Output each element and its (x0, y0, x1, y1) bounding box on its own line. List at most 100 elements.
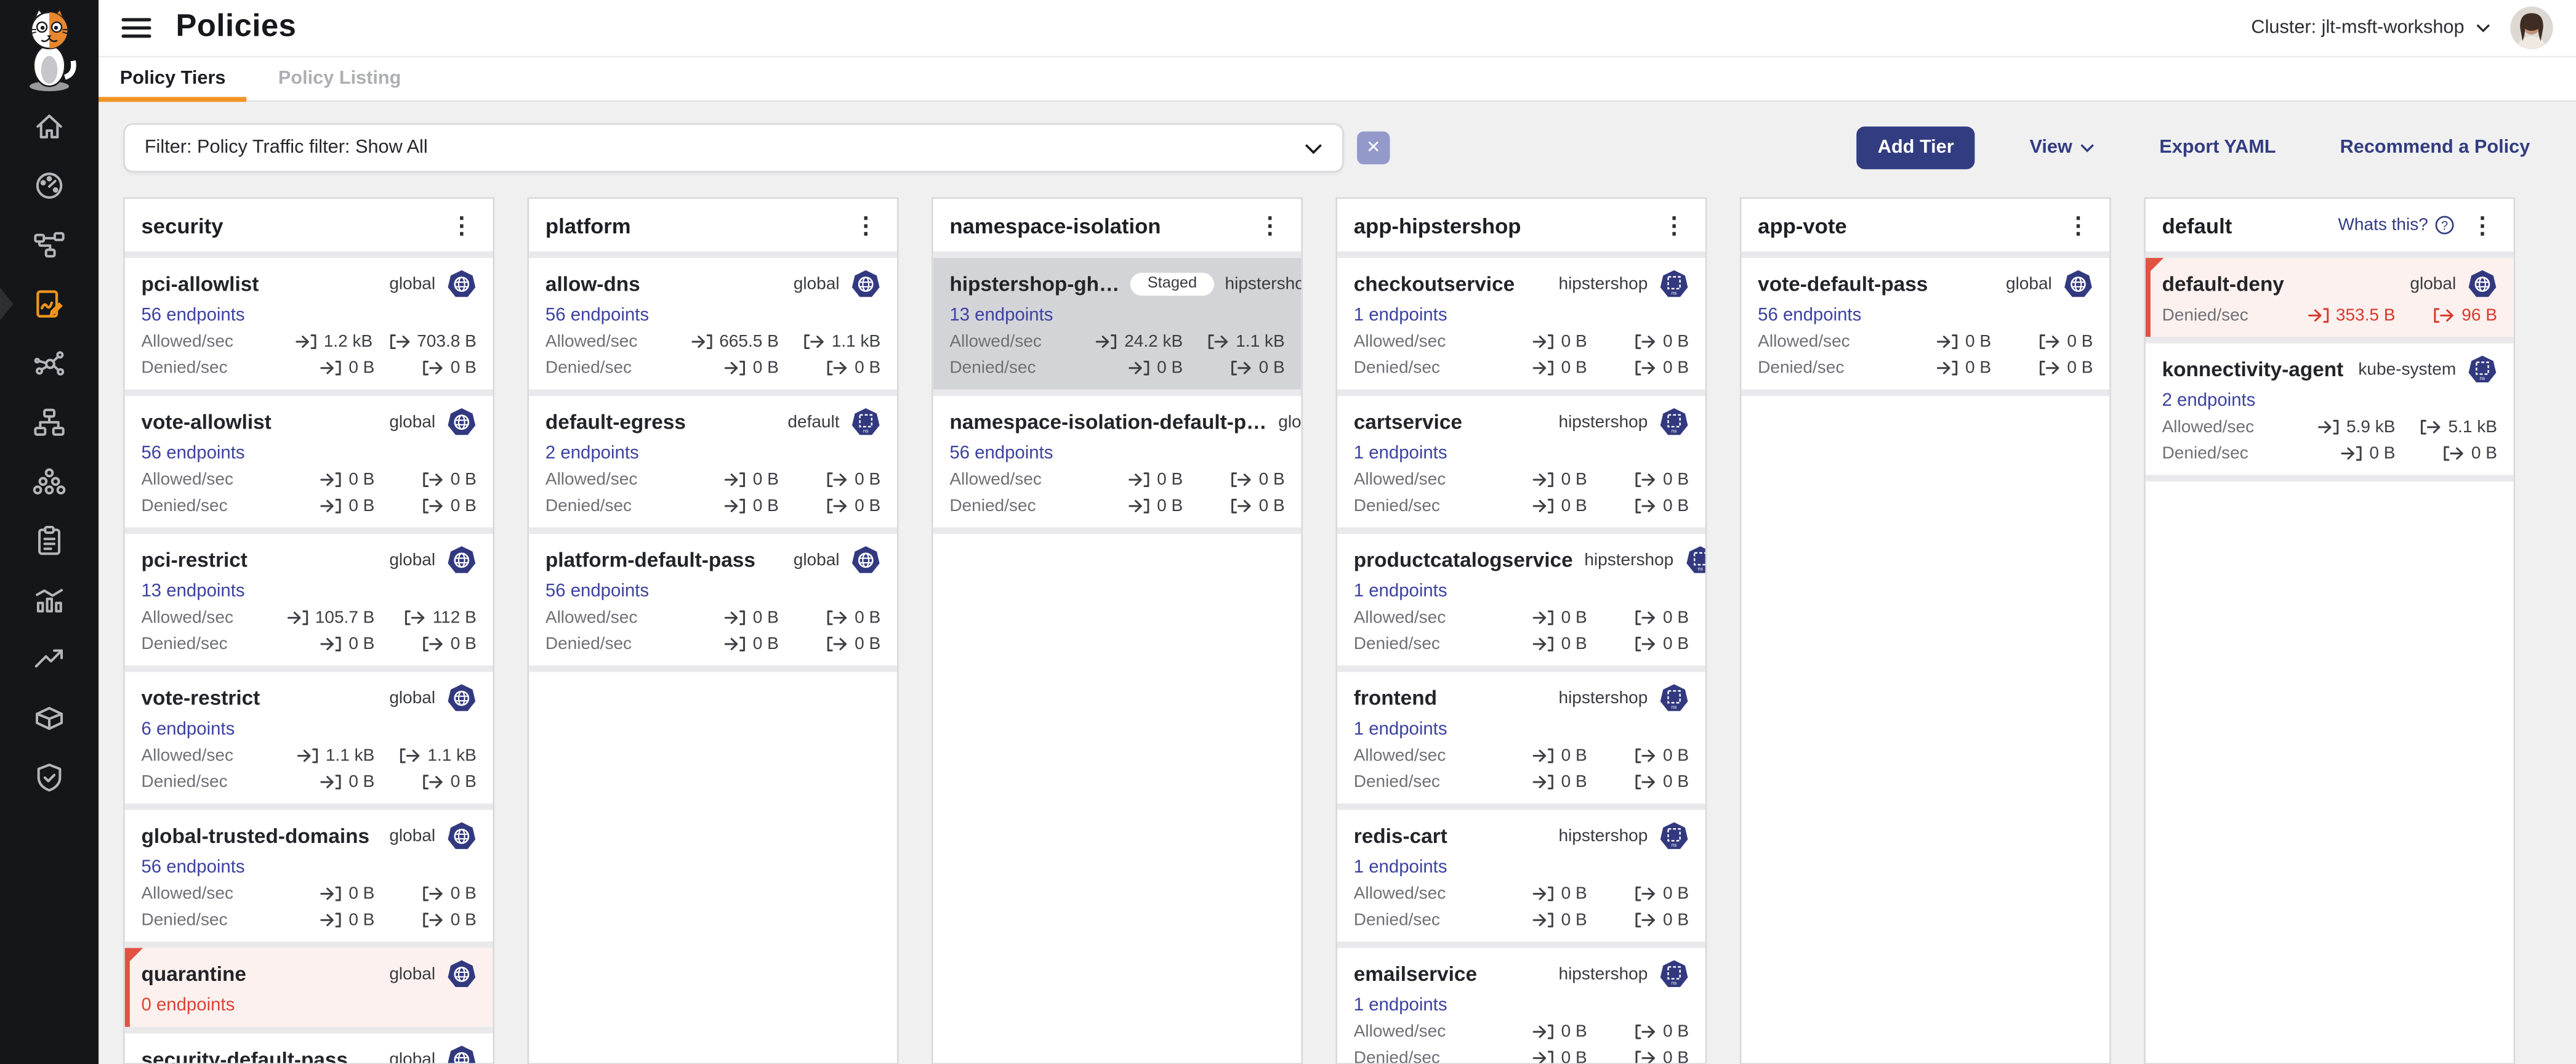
tier-title: default (2162, 213, 2232, 238)
policy-scope-label: default (787, 413, 839, 432)
denied-per-sec-row: Denied/sec0 B0 B (2162, 443, 2497, 463)
policy-card-global-trusted-domains[interactable]: global-trusted-domainsglobal56 endpoints… (125, 810, 493, 948)
inbound-arrow-icon (725, 636, 746, 653)
policy-name: redis-cart (1354, 824, 1447, 848)
policy-card-pci-restrict[interactable]: pci-restrictglobal13 endpointsAllowed/se… (125, 534, 493, 672)
tier-menu-kebab-icon[interactable]: ⋮ (447, 214, 477, 236)
endpoints-link[interactable]: 1 endpoints (1354, 720, 1689, 740)
endpoints-link[interactable]: 0 endpoints (141, 996, 476, 1015)
tab-policy-tiers[interactable]: Policy Tiers (115, 57, 231, 100)
inbound-arrow-icon (298, 748, 320, 764)
outbound-amount: 0 B (1663, 910, 1689, 930)
denied-per-sec-row: Denied/sec0 B0 B (949, 496, 1284, 516)
tier-menu-kebab-icon[interactable]: ⋮ (2063, 214, 2093, 236)
endpoints-link[interactable]: 1 endpoints (1354, 443, 1689, 463)
clear-filter-button[interactable]: ✕ (1357, 131, 1390, 164)
endpoints-link[interactable]: 2 endpoints (2162, 391, 2497, 411)
inbound-value: 0 B (1472, 1048, 1587, 1064)
sidebar-item-inventory[interactable] (0, 700, 99, 736)
policy-card-konnectivity-agent[interactable]: konnectivity-agentkube-systemns 2 endpoin… (2146, 344, 2514, 482)
endpoints-link[interactable]: 2 endpoints (545, 443, 880, 463)
policy-card-emailservice[interactable]: emailservicehipstershopns1 endpointsAllo… (1337, 948, 1705, 1064)
endpoints-link[interactable]: 13 endpoints (949, 305, 1284, 325)
policy-card-quarantine[interactable]: quarantineglobal0 endpoints (125, 948, 493, 1034)
outbound-amount: 0 B (2471, 443, 2497, 463)
sidebar-item-service-graph[interactable] (0, 227, 99, 263)
user-avatar[interactable] (2510, 7, 2553, 49)
inbound-value: 0 B (2280, 443, 2396, 463)
policy-card-security-default-pass[interactable]: security-default-passglobal (125, 1033, 493, 1064)
sidebar-item-trending[interactable] (0, 641, 99, 677)
cluster-selector[interactable]: Cluster: jlt-msft-workshop (2251, 18, 2490, 38)
endpoints-link[interactable]: 56 endpoints (949, 443, 1284, 463)
sidebar-item-metrics[interactable] (0, 582, 99, 618)
policy-scope-label: global (2006, 275, 2052, 294)
outbound-amount: 0 B (1663, 746, 1689, 765)
tier-menu-kebab-icon[interactable]: ⋮ (1255, 214, 1285, 236)
endpoints-link[interactable]: 56 endpoints (141, 858, 476, 877)
denied-per-sec-row: Denied/sec0 B0 B (141, 910, 476, 930)
namespace-scope-icon: ns (851, 408, 880, 437)
allowed-per-sec-row: Allowed/sec0 B0 B (1758, 332, 2093, 352)
policy-card-hipstershop-gh[interactable]: hipstershop-gh…Stagedhipstershopns13 end… (933, 258, 1302, 396)
endpoints-link[interactable]: 1 endpoints (1354, 305, 1689, 325)
endpoints-link[interactable]: 1 endpoints (1354, 858, 1689, 877)
policy-card-default-egress[interactable]: default-egressdefaultns2 endpointsAllowe… (529, 396, 897, 534)
endpoints-link[interactable]: 56 endpoints (545, 582, 880, 602)
policy-card-productcatalogservice[interactable]: productcatalogservicehipstershopns1 endp… (1337, 534, 1705, 672)
hamburger-menu-icon[interactable] (121, 18, 151, 38)
outbound-amount: 0 B (855, 470, 880, 490)
allowed-per-sec-row: Allowed/sec0 B0 B (1354, 332, 1689, 352)
policy-card-header: pci-restrictglobal (141, 546, 476, 575)
button-label: Add Tier (1878, 138, 1954, 158)
sidebar-item-flow-graph[interactable] (0, 345, 99, 381)
tier-menu-kebab-icon[interactable]: ⋮ (2468, 214, 2497, 236)
denied-per-sec-row: Denied/sec0 B0 B (545, 634, 880, 654)
tab-policy-listing[interactable]: Policy Listing (273, 57, 406, 100)
policy-card-namespace-isolation-default-p[interactable]: namespace-isolation-default-p…global56 e… (933, 396, 1302, 534)
policy-card-cartservice[interactable]: cartservicehipstershopns1 endpointsAllow… (1337, 396, 1705, 534)
policy-card-vote-default-pass[interactable]: vote-default-passglobal56 endpointsAllow… (1741, 258, 2109, 396)
tier-menu-kebab-icon[interactable]: ⋮ (1659, 214, 1689, 236)
outbound-value: 0 B (1603, 496, 1689, 516)
policy-card-pci-allowlist[interactable]: pci-allowlistglobal56 endpointsAllowed/s… (125, 258, 493, 396)
policy-scope-label: global (794, 550, 840, 570)
endpoints-link[interactable]: 56 endpoints (1758, 305, 2093, 325)
policy-card-header: konnectivity-agentkube-systemns (2162, 355, 2497, 384)
outbound-arrow-icon (827, 610, 848, 626)
policy-card-allow-dns[interactable]: allow-dnsglobal56 endpointsAllowed/sec66… (529, 258, 897, 396)
endpoints-link[interactable]: 56 endpoints (141, 305, 476, 325)
denied-per-sec-row-label: Denied/sec (1354, 634, 1440, 654)
policy-card-default-deny[interactable]: default-denyglobalDenied/sec353.5 B96 B (2146, 258, 2514, 344)
outbound-arrow-icon (827, 360, 848, 376)
export-yaml-button[interactable]: Export YAML (2149, 136, 2285, 159)
endpoints-link[interactable]: 56 endpoints (141, 443, 476, 463)
endpoints-link[interactable]: 1 endpoints (1354, 582, 1689, 602)
sidebar-item-shield[interactable] (0, 759, 99, 796)
outbound-arrow-icon (1208, 334, 1230, 350)
endpoints-link[interactable]: 56 endpoints (545, 305, 880, 325)
endpoints-link[interactable]: 13 endpoints (141, 582, 476, 602)
policy-card-frontend[interactable]: frontendhipstershopns1 endpointsAllowed/… (1337, 672, 1705, 810)
policy-card-checkoutservice[interactable]: checkoutservicehipstershopns1 endpointsA… (1337, 258, 1705, 396)
endpoints-link[interactable]: 1 endpoints (1354, 996, 1689, 1015)
sidebar-item-compliance[interactable] (0, 523, 99, 559)
recommend-a-policy-button[interactable]: Recommend a Policy (2330, 136, 2540, 159)
sidebar-item-sitemap[interactable] (0, 404, 99, 440)
sidebar-item-clusters[interactable] (0, 463, 99, 499)
endpoints-link[interactable]: 6 endpoints (141, 720, 476, 740)
policy-filter-select[interactable]: Filter: Policy Traffic filter: Show All (123, 123, 1344, 172)
policy-card-vote-restrict[interactable]: vote-restrictglobal6 endpointsAllowed/se… (125, 672, 493, 810)
outbound-value: 112 B (391, 608, 477, 627)
policy-card-platform-default-pass[interactable]: platform-default-passglobal56 endpointsA… (529, 534, 897, 672)
view-button[interactable]: View (2019, 136, 2105, 159)
policy-card-vote-allowlist[interactable]: vote-allowlistglobal56 endpointsAllowed/… (125, 396, 493, 534)
sidebar-item-dashboard[interactable] (0, 167, 99, 204)
whats-this-link[interactable]: Whats this?? (2338, 216, 2454, 235)
tier-menu-kebab-icon[interactable]: ⋮ (851, 214, 880, 236)
sidebar-item-policies[interactable] (0, 286, 99, 322)
policy-card-redis-cart[interactable]: redis-carthipstershopns1 endpointsAllowe… (1337, 810, 1705, 948)
outbound-amount: 1.1 kB (427, 746, 476, 765)
add-tier-button[interactable]: Add Tier (1856, 126, 1975, 169)
sidebar-item-home[interactable] (0, 108, 99, 145)
